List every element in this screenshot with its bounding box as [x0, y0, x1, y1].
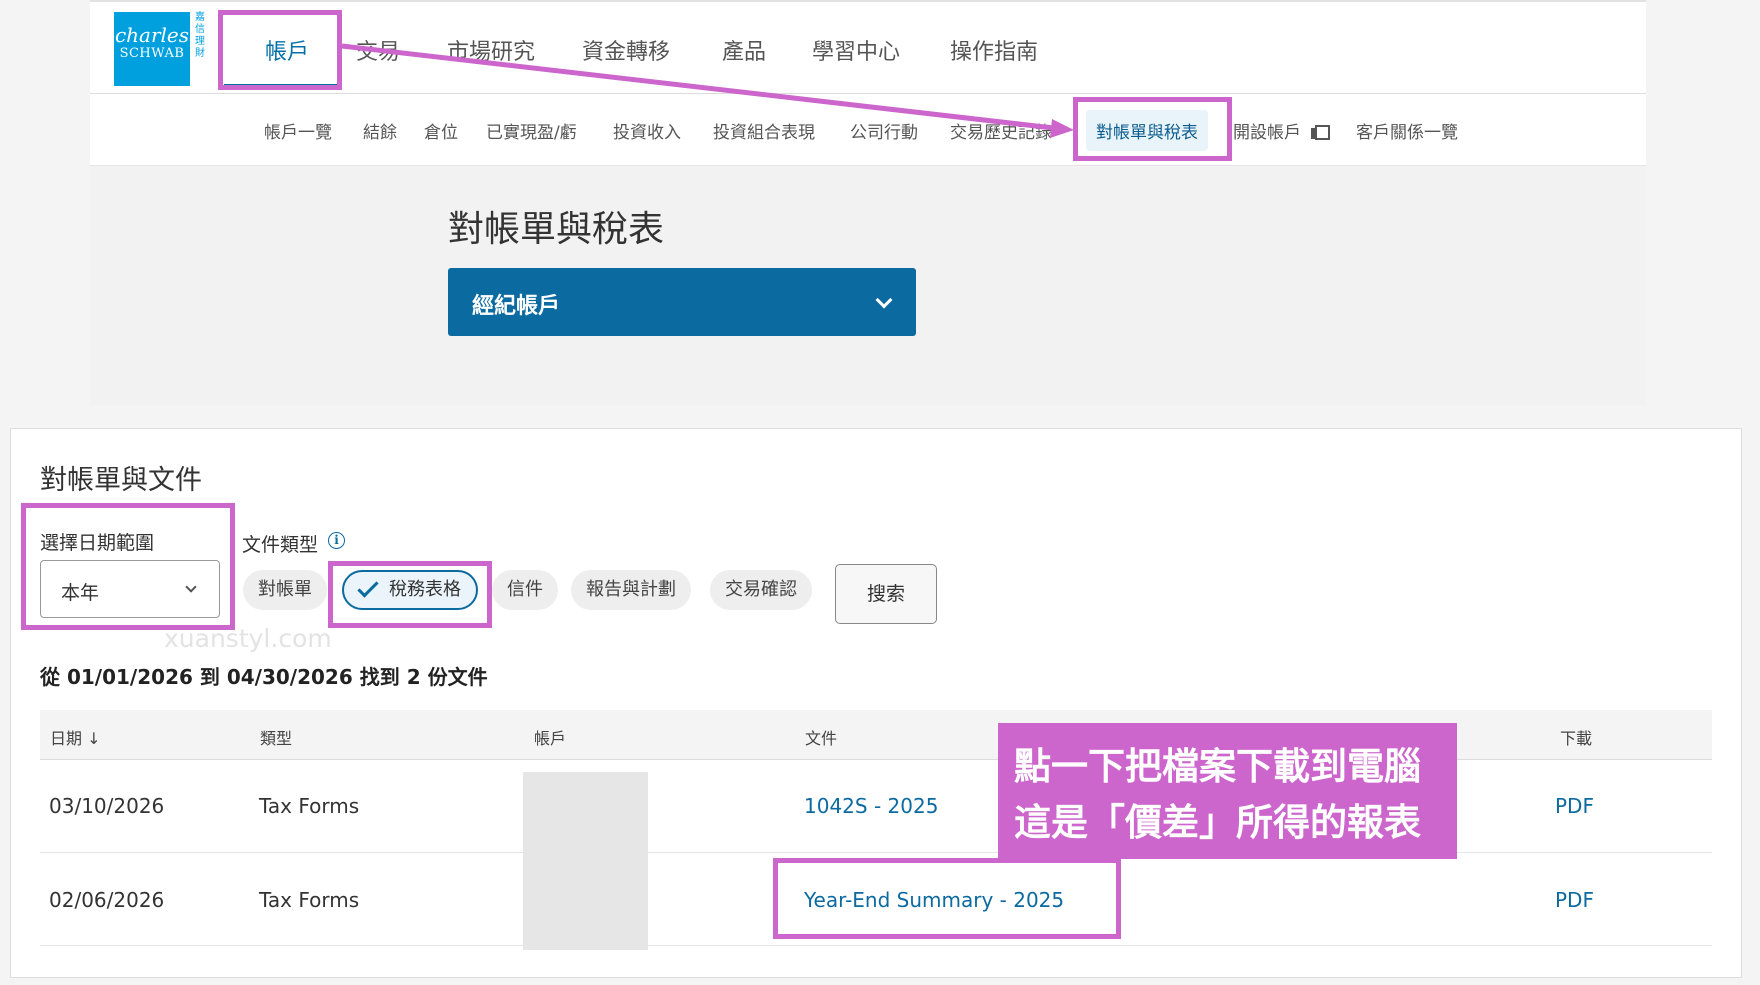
main-tab-learning[interactable]: 學習中心 [812, 34, 900, 66]
subtab-corporate-actions[interactable]: 公司行動 [850, 118, 918, 143]
cell-type: Tax Forms [259, 888, 360, 912]
main-tab-guide[interactable]: 操作指南 [950, 34, 1038, 66]
row-divider [40, 852, 1712, 853]
chip-statements[interactable]: 對帳單 [243, 570, 327, 610]
result-summary: 從 01/01/2026 到 04/30/2026 找到 2 份文件 [40, 665, 488, 689]
cell-date: 03/10/2026 [49, 794, 165, 818]
main-tab-move-money[interactable]: 資金轉移 [582, 34, 670, 66]
subtab-positions[interactable]: 倉位 [424, 118, 458, 143]
chip-tax-forms[interactable]: 稅務表格 [342, 570, 478, 610]
subtab-open-account-label: 開設帳戶 [1233, 123, 1301, 143]
subtab-client-relationship[interactable]: 客戶關係一覽 [1356, 118, 1458, 143]
chip-letters[interactable]: 信件 [492, 570, 558, 610]
main-tab-products[interactable]: 產品 [722, 34, 766, 66]
subtab-overview[interactable]: 帳戶一覽 [264, 118, 332, 143]
date-range-select[interactable]: 本年 [40, 560, 220, 618]
chip-reports-plans[interactable]: 報告與計劃 [571, 570, 691, 610]
cell-type: Tax Forms [259, 794, 360, 818]
main-tab-research[interactable]: 市場研究 [447, 34, 535, 66]
redacted-account-cell [523, 772, 648, 950]
document-link-year-end-summary[interactable]: Year-End Summary - 2025 [804, 888, 1064, 912]
subtab-balances[interactable]: 結餘 [363, 118, 397, 143]
watermark-text: xuanstyl.com [164, 624, 332, 653]
logo-text-line1: charles [114, 23, 190, 47]
main-tab-trade[interactable]: 交易 [356, 34, 400, 66]
document-type-label: 文件類型 [242, 534, 319, 556]
column-header-date[interactable]: 日期 ↓ [50, 725, 101, 749]
subtab-portfolio-performance[interactable]: 投資組合表現 [713, 118, 815, 143]
chip-trade-confirmations[interactable]: 交易確認 [710, 570, 812, 610]
sub-navigation: 帳戶一覽 結餘 倉位 已實現盈/虧 投資收入 投資組合表現 公司行動 交易歷史記… [90, 94, 1646, 166]
pdf-download-link[interactable]: PDF [1555, 888, 1594, 912]
table-header: 日期 ↓ 類型 帳戶 文件 下載 [40, 710, 1712, 760]
top-navigation: charles SCHWAB 嘉信理財 帳戶 交易 市場研究 資金轉移 產品 學… [90, 0, 1646, 94]
search-button[interactable]: 搜索 [835, 564, 937, 624]
chevron-down-icon [875, 291, 893, 309]
date-range-value: 本年 [61, 582, 100, 604]
main-tab-accounts[interactable]: 帳戶 [265, 34, 309, 66]
info-icon[interactable]: i [328, 532, 345, 549]
chevron-down-icon [185, 581, 197, 593]
chip-tax-forms-label: 稅務表格 [389, 579, 461, 600]
column-header-download: 下載 [1560, 729, 1593, 748]
annotation-line-1: 點一下把檔案下載到電腦 [1014, 745, 1421, 788]
subtab-transaction-history[interactable]: 交易歷史記錄 [950, 118, 1052, 143]
subtab-statements-tax-forms[interactable]: 對帳單與稅表 [1086, 110, 1208, 151]
column-header-type: 類型 [260, 729, 293, 748]
account-type-dropdown[interactable]: 經紀帳戶 [448, 268, 916, 336]
external-window-icon [1311, 125, 1330, 140]
logo-text-line2: SCHWAB [119, 46, 185, 61]
annotation-line-2: 這是「價差」所得的報表 [1014, 801, 1421, 844]
checkmark-icon [357, 576, 379, 598]
column-header-document: 文件 [805, 729, 838, 748]
logo-chinese-text: 嘉信理財 [195, 12, 205, 59]
charles-schwab-logo[interactable]: charles SCHWAB [114, 12, 190, 86]
row-divider [40, 945, 1712, 946]
document-link-1042s[interactable]: 1042S - 2025 [804, 794, 938, 818]
cell-date: 02/06/2026 [49, 888, 165, 912]
documents-panel-title: 對帳單與文件 [40, 465, 202, 496]
column-header-account: 帳戶 [534, 729, 567, 748]
subtab-open-account[interactable]: 開設帳戶 [1233, 118, 1330, 143]
page-title: 對帳單與稅表 [448, 209, 665, 250]
subtab-investment-income[interactable]: 投資收入 [613, 118, 681, 143]
date-range-label: 選擇日期範圍 [40, 532, 155, 554]
subtab-realized-gain-loss[interactable]: 已實現盈/虧 [486, 118, 577, 143]
pdf-download-link[interactable]: PDF [1555, 794, 1594, 818]
active-tab-indicator [224, 84, 338, 88]
annotation-callout: 點一下把檔案下載到電腦 這是「價差」所得的報表 [998, 723, 1457, 859]
account-type-value: 經紀帳戶 [472, 294, 561, 319]
